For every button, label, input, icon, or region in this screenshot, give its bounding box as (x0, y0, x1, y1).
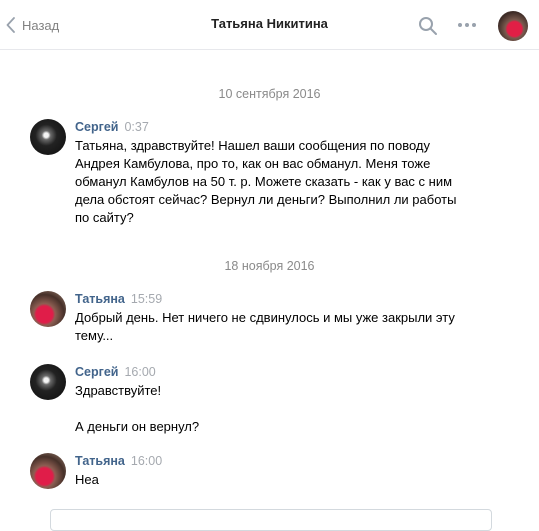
message-header: Татьяна 16:00 (75, 453, 495, 469)
sender-avatar[interactable] (30, 453, 66, 489)
message: Татьяна 16:00 Неа (75, 453, 495, 489)
chat-header: Назад Татьяна Никитина (0, 0, 539, 50)
author-name[interactable]: Татьяна (75, 454, 125, 468)
message-text: Неа (75, 471, 495, 489)
message-text: Добрый день. Нет ничего не сдвинулось и … (75, 309, 495, 345)
message: Татьяна 15:59 Добрый день. Нет ничего не … (75, 291, 495, 345)
message-line: обманул Камбулов на 50 т. р. Можете сказ… (75, 174, 453, 189)
message-time: 16:00 (124, 365, 156, 379)
sender-avatar[interactable] (30, 364, 66, 400)
message-line: Здравствуйте! (75, 383, 162, 398)
message-header: Сергей 16:00 (75, 364, 495, 380)
message-time: 0:37 (124, 120, 149, 134)
sender-avatar[interactable] (30, 119, 66, 155)
message-line: А деньги он вернул? (75, 419, 200, 434)
message-input[interactable] (50, 509, 492, 531)
author-name[interactable]: Сергей (75, 120, 118, 134)
sender-avatar[interactable] (30, 291, 66, 327)
date-separator: 18 ноября 2016 (224, 259, 315, 273)
date-separator: 10 сентября 2016 (218, 87, 321, 101)
message-text: Татьяна, здравствуйте! Нашел ваши сообще… (75, 137, 495, 227)
message-line: Андрея Камбулова, про то, как он вас обм… (75, 156, 431, 171)
search-icon[interactable] (418, 16, 438, 36)
message: Сергей 0:37 Татьяна, здравствуйте! Нашел … (75, 119, 495, 227)
message-header: Сергей 0:37 (75, 119, 495, 135)
message-line: Неа (75, 472, 99, 487)
message-time: 15:59 (130, 292, 163, 306)
message: Сергей 16:00 Здравствуйте! А деньги он ве… (75, 364, 495, 436)
message-time: 16:00 (130, 454, 163, 468)
author-name[interactable]: Сергей (75, 365, 118, 379)
message-line: дела обстоят сейчас? Вернул ли деньги? В… (75, 192, 457, 207)
message-line: тему... (75, 328, 114, 343)
message-line: Татьяна, здравствуйте! Нашел ваши сообще… (75, 138, 430, 153)
message-line: Добрый день. Нет ничего не сдвинулось и … (75, 310, 455, 325)
message-text: Здравствуйте! А деньги он вернул? (75, 382, 495, 436)
contact-avatar[interactable] (498, 11, 528, 41)
message-line: по сайту? (75, 210, 134, 225)
more-options-icon[interactable] (456, 17, 478, 33)
message-header: Татьяна 15:59 (75, 291, 495, 307)
author-name[interactable]: Татьяна (75, 292, 125, 306)
